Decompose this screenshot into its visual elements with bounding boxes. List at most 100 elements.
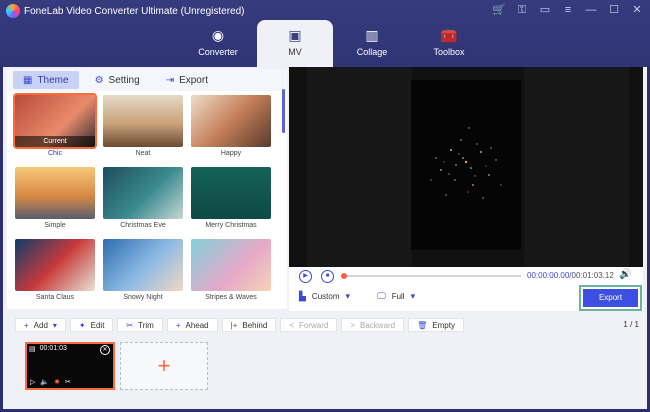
minimize-icon[interactable]: —	[584, 3, 598, 17]
tab-toolbox[interactable]: 🧰 Toolbox	[411, 20, 487, 67]
tab-theme-label: Theme	[37, 74, 69, 86]
cart-icon[interactable]: 🛒	[492, 3, 506, 17]
tab-export[interactable]: ⇥ Export	[156, 71, 218, 89]
tab-mv[interactable]: ▣ MV	[257, 20, 333, 67]
theme-thumb-merry-christmas[interactable]	[191, 167, 271, 219]
chevron-down-icon: ▾	[52, 320, 57, 330]
theme-thumb-snowy-night[interactable]	[103, 239, 183, 291]
edit-label: Edit	[90, 320, 105, 330]
stop-button[interactable]: ■	[321, 270, 334, 283]
preview-frame	[411, 80, 521, 250]
fireworks-image	[430, 127, 502, 199]
clip-close-icon[interactable]: ✕	[100, 345, 110, 355]
clip-toolbar: + Add ▾ ✦ Edit ✂ Trim + Ahead |+ Behind < Forwa…	[15, 318, 464, 332]
volume-icon[interactable]: 🔈	[40, 378, 49, 386]
video-preview	[289, 67, 643, 267]
clip-header: ▤ 00:01:03	[29, 345, 67, 353]
collage-icon: ▥	[365, 27, 379, 43]
converter-icon: ◉	[211, 27, 225, 43]
main-area: ▦ Theme ⚙ Setting ⇥ Export Current Chic …	[3, 67, 647, 409]
mv-icon: ▣	[288, 27, 302, 43]
backward-icon: >	[350, 320, 355, 330]
key-icon[interactable]: ⚿	[515, 3, 529, 17]
empty-button[interactable]: 🗑 Empty	[408, 318, 464, 332]
tab-toolbox-label: Toolbox	[433, 47, 465, 57]
title-bar: FoneLab Video Converter Ultimate (Unregi…	[0, 0, 650, 67]
theme-label-neat: Neat	[135, 150, 151, 157]
tab-converter[interactable]: ◉ Converter	[180, 20, 256, 67]
theme-thumb-neat[interactable]	[103, 95, 183, 147]
scissors-icon[interactable]: ✂	[65, 378, 71, 386]
tab-converter-label: Converter	[198, 47, 238, 57]
preview-blur-right	[524, 67, 629, 267]
star-icon[interactable]: ✸	[54, 378, 60, 386]
tab-export-label: Export	[179, 74, 208, 86]
view-value: Full	[391, 292, 405, 301]
preview-blur-left	[307, 67, 412, 267]
add-button[interactable]: + Add ▾	[15, 318, 66, 332]
monitor-icon: 🖵	[377, 291, 386, 301]
window-controls: 🛒 ⚿ ▭ ≡ — ☐ ✕	[492, 3, 644, 17]
backward-button[interactable]: > Backward	[341, 318, 405, 332]
tab-theme[interactable]: ▦ Theme	[13, 71, 79, 89]
export-button[interactable]: Export	[583, 289, 638, 307]
clip-duration: 00:01:03	[39, 345, 67, 352]
view-select[interactable]: 🖵 Full ▾	[377, 291, 415, 302]
grid-icon: ▦	[23, 74, 33, 86]
plus-icon: +	[24, 320, 29, 330]
close-icon[interactable]: ✕	[630, 3, 644, 17]
theme-thumb-christmas-eve[interactable]	[103, 167, 183, 219]
edit-button[interactable]: ✦ Edit	[69, 318, 114, 332]
maximize-icon[interactable]: ☐	[607, 3, 621, 17]
progress-knob[interactable]	[341, 273, 347, 279]
behind-button[interactable]: |+ Behind	[221, 318, 277, 332]
add-clip-slot[interactable]: +	[120, 342, 208, 390]
trash-icon: 🗑	[417, 320, 428, 330]
app-title-area: FoneLab Video Converter Ultimate (Unregi…	[6, 4, 244, 18]
aspect-icon: ▙	[299, 291, 306, 301]
ahead-button[interactable]: + Ahead	[166, 318, 218, 332]
theme-label-santa-claus: Santa Claus	[35, 294, 75, 301]
ahead-icon: +	[175, 320, 181, 330]
tab-collage[interactable]: ▥ Collage	[334, 20, 410, 67]
menu-icon[interactable]: ≡	[561, 3, 575, 17]
tab-setting-label: Setting	[108, 74, 140, 86]
add-label: Add	[33, 320, 48, 330]
tab-setting[interactable]: ⚙ Setting	[85, 71, 150, 89]
film-icon: ▤	[29, 346, 36, 353]
chevron-down-icon: ▾	[345, 291, 351, 301]
export-icon: ⇥	[165, 74, 175, 86]
time-display: 00:00:00.00/00:01:03.12	[527, 271, 614, 280]
play-icon[interactable]: ▷	[30, 378, 35, 386]
total-time: 00:01:03.12	[571, 271, 614, 280]
ahead-label: Ahead	[185, 320, 209, 330]
chevron-down-icon: ▾	[410, 291, 416, 301]
tab-collage-label: Collage	[356, 47, 388, 57]
trim-label: Trim	[138, 320, 154, 330]
backward-label: Backward	[360, 320, 396, 330]
trim-button[interactable]: ✂ Trim	[117, 318, 163, 332]
gear-icon: ⚙	[94, 74, 104, 86]
theme-thumb-simple[interactable]	[15, 167, 95, 219]
chat-icon[interactable]: ▭	[538, 3, 552, 17]
theme-thumb-happy[interactable]	[191, 95, 271, 147]
progress-track[interactable]	[343, 275, 521, 277]
panel-tabs: ▦ Theme ⚙ Setting ⇥ Export	[7, 69, 287, 91]
theme-thumb-chic[interactable]: Current	[13, 93, 97, 149]
clip-item[interactable]: ▤ 00:01:03 ✕ ▷ 🔈 ✸ ✂	[25, 342, 115, 390]
forward-button[interactable]: < Forward	[280, 318, 338, 332]
theme-thumb-stripes-waves[interactable]	[191, 239, 271, 291]
volume-icon[interactable]: 🔊	[619, 269, 631, 280]
current-tag: Current	[15, 136, 95, 147]
play-button[interactable]: ▶	[299, 270, 312, 283]
theme-scrollbar[interactable]	[282, 89, 285, 133]
theme-label-snowy-night: Snowy Night	[123, 294, 163, 301]
tab-mv-label: MV	[288, 47, 302, 57]
forward-icon: <	[289, 320, 294, 330]
app-title: FoneLab Video Converter Ultimate (Unregi…	[24, 5, 245, 17]
aspect-select[interactable]: ▙ Custom ▾	[299, 291, 350, 302]
theme-label-chic: Chic	[47, 150, 62, 157]
theme-thumb-santa-claus[interactable]	[15, 239, 95, 291]
forward-label: Forward	[298, 320, 329, 330]
plus-icon: +	[157, 353, 171, 378]
